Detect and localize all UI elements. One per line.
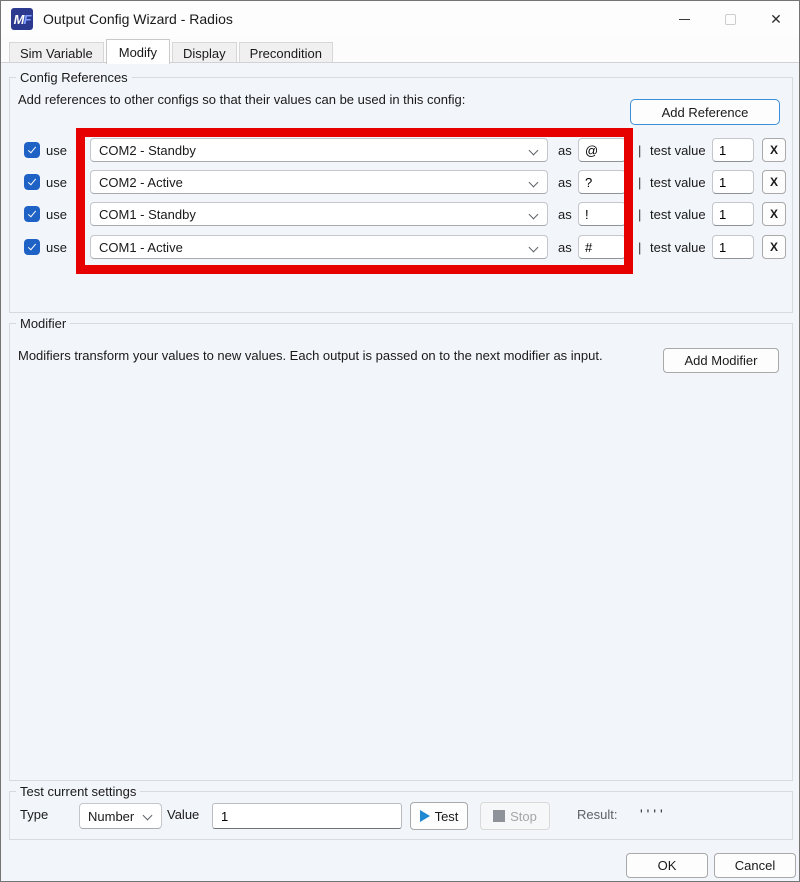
placeholder-char-input[interactable] (578, 138, 626, 162)
separator: | (638, 175, 642, 190)
chevron-down-icon (529, 146, 539, 156)
add-reference-button[interactable]: Add Reference (630, 99, 780, 125)
minimize-icon (679, 19, 690, 20)
config-references-title: Config References (16, 70, 132, 85)
check-icon (28, 145, 36, 154)
add-modifier-button[interactable]: Add Modifier (663, 348, 779, 373)
chevron-down-icon (529, 178, 539, 188)
value-label: Value (167, 792, 199, 841)
maximize-icon (725, 14, 736, 25)
placeholder-char-input[interactable] (578, 202, 626, 226)
output-config-wizard-dialog: MF Output Config Wizard - Radios ✕ Sim V… (0, 0, 800, 882)
mobiflight-logo-icon: MF (11, 8, 33, 30)
use-label: use (46, 143, 68, 158)
remove-reference-button[interactable]: X (762, 235, 786, 259)
type-label: Type (20, 792, 48, 841)
test-value-input[interactable] (712, 138, 754, 162)
config-reference-row: use COM1 - Standby as | test value X (10, 202, 792, 226)
config-select-value: COM2 - Active (99, 175, 183, 190)
stop-icon (493, 810, 505, 822)
minimize-button[interactable] (661, 1, 707, 37)
value-input[interactable] (212, 803, 402, 829)
use-label: use (46, 207, 68, 222)
remove-reference-button[interactable]: X (762, 170, 786, 194)
check-icon (28, 177, 36, 186)
chevron-down-icon (529, 243, 539, 253)
stop-button-label: Stop (510, 809, 537, 824)
test-value-input[interactable] (712, 235, 754, 259)
config-references-group: Config References Add references to othe… (9, 77, 793, 313)
modifier-group: Modifier Modifiers transform your values… (9, 323, 793, 781)
config-reference-row: use COM2 - Active as | test value X (10, 170, 792, 194)
test-value-label: test value (650, 240, 708, 255)
titlebar: MF Output Config Wizard - Radios ✕ (1, 1, 799, 37)
close-button[interactable]: ✕ (753, 1, 799, 37)
separator: | (638, 207, 642, 222)
config-select-value: COM1 - Standby (99, 207, 196, 222)
config-reference-row: use COM2 - Standby as | test value X (10, 138, 792, 162)
test-button[interactable]: Test (410, 802, 468, 830)
remove-reference-button[interactable]: X (762, 202, 786, 226)
type-select-value: Number (88, 809, 134, 824)
config-select[interactable]: COM1 - Standby (90, 202, 548, 226)
tab-precondition[interactable]: Precondition (239, 42, 333, 63)
config-references-description: Add references to other configs so that … (18, 92, 465, 107)
as-label: as (558, 240, 574, 255)
test-settings-group: Test current settings Type Number Value … (9, 791, 793, 840)
modifier-title: Modifier (16, 316, 70, 331)
result-label: Result: (577, 792, 617, 841)
stop-button[interactable]: Stop (480, 802, 550, 830)
placeholder-char-input[interactable] (578, 170, 626, 194)
chevron-down-icon (143, 811, 153, 821)
tab-strip: Sim Variable Modify Display Precondition (1, 37, 799, 63)
separator: | (638, 143, 642, 158)
test-value-label: test value (650, 207, 708, 222)
check-icon (28, 209, 36, 218)
test-value-label: test value (650, 175, 708, 190)
test-value-input[interactable] (712, 202, 754, 226)
use-checkbox[interactable] (24, 142, 40, 158)
maximize-button[interactable] (707, 1, 753, 37)
result-value: '''' (640, 792, 667, 841)
config-select-value: COM2 - Standby (99, 143, 196, 158)
chevron-down-icon (529, 210, 539, 220)
as-label: as (558, 143, 574, 158)
test-button-label: Test (435, 809, 459, 824)
use-label: use (46, 175, 68, 190)
tab-modify[interactable]: Modify (106, 39, 170, 64)
use-checkbox[interactable] (24, 174, 40, 190)
tab-display[interactable]: Display (172, 42, 237, 63)
window-title: Output Config Wizard - Radios (43, 1, 233, 37)
type-select[interactable]: Number (79, 803, 162, 829)
test-value-input[interactable] (712, 170, 754, 194)
use-label: use (46, 240, 68, 255)
ok-button[interactable]: OK (626, 853, 708, 878)
config-select[interactable]: COM1 - Active (90, 235, 548, 259)
tab-sim-variable[interactable]: Sim Variable (9, 42, 104, 63)
check-icon (28, 242, 36, 251)
use-checkbox[interactable] (24, 206, 40, 222)
config-select[interactable]: COM2 - Active (90, 170, 548, 194)
modifier-description: Modifiers transform your values to new v… (18, 348, 603, 363)
window-controls: ✕ (661, 1, 799, 37)
remove-reference-button[interactable]: X (762, 138, 786, 162)
config-select-value: COM1 - Active (99, 240, 183, 255)
test-value-label: test value (650, 143, 708, 158)
cancel-button[interactable]: Cancel (714, 853, 796, 878)
config-select[interactable]: COM2 - Standby (90, 138, 548, 162)
as-label: as (558, 207, 574, 222)
separator: | (638, 240, 642, 255)
as-label: as (558, 175, 574, 190)
use-checkbox[interactable] (24, 239, 40, 255)
placeholder-char-input[interactable] (578, 235, 626, 259)
play-icon (420, 810, 430, 822)
close-icon: ✕ (770, 12, 782, 26)
config-reference-row: use COM1 - Active as | test value X (10, 235, 792, 259)
